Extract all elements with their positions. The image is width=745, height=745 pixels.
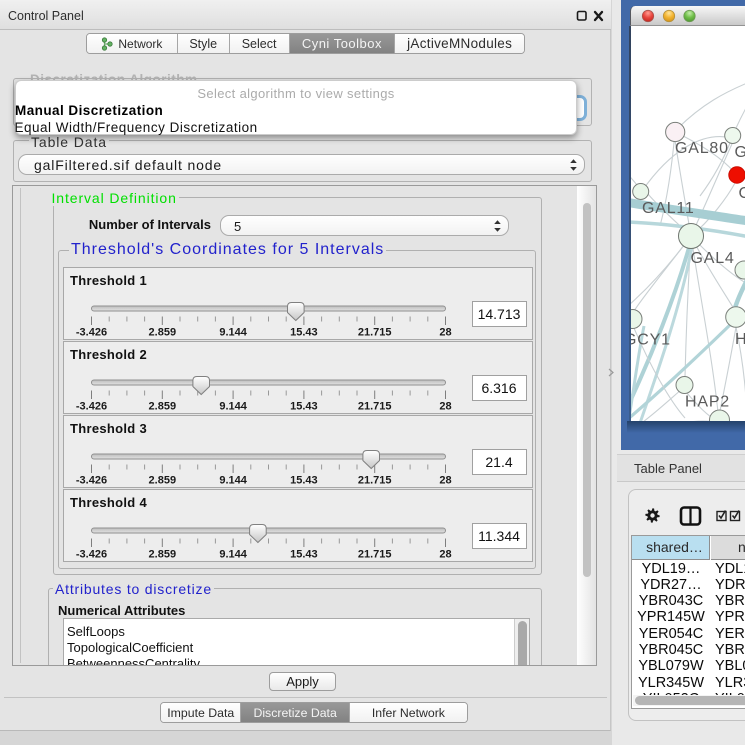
svg-text:21.715: 21.715 — [357, 327, 391, 339]
svg-text:21.715: 21.715 — [357, 401, 391, 413]
svg-text:9.144: 9.144 — [219, 475, 247, 487]
svg-text:-3.426: -3.426 — [75, 475, 106, 487]
svg-text:GAL11: GAL11 — [642, 200, 695, 217]
svg-text:H: H — [735, 331, 745, 348]
svg-text:2.859: 2.859 — [148, 475, 176, 487]
svg-text:HAP2: HAP2 — [685, 394, 730, 411]
svg-text:28: 28 — [439, 475, 451, 487]
svg-text:15.43: 15.43 — [290, 327, 318, 339]
svg-text:-3.426: -3.426 — [75, 401, 106, 413]
svg-text:28: 28 — [439, 401, 451, 413]
svg-text:28: 28 — [439, 327, 451, 339]
svg-text:GCY1: GCY1 — [630, 332, 671, 349]
svg-text:2.859: 2.859 — [148, 327, 176, 339]
svg-text:9.144: 9.144 — [219, 327, 247, 339]
svg-text:2.859: 2.859 — [148, 549, 176, 561]
svg-text:9.144: 9.144 — [219, 401, 247, 413]
svg-text:GAL4: GAL4 — [691, 250, 735, 267]
svg-text:GAL80: GAL80 — [675, 140, 729, 157]
svg-text:21.715: 21.715 — [357, 475, 391, 487]
svg-text:28: 28 — [439, 549, 451, 561]
svg-text:-3.426: -3.426 — [75, 549, 106, 561]
svg-text:C: C — [739, 185, 745, 202]
svg-text:-3.426: -3.426 — [75, 327, 106, 339]
svg-text:9.144: 9.144 — [219, 549, 247, 561]
svg-text:15.43: 15.43 — [290, 475, 318, 487]
svg-text:15.43: 15.43 — [290, 549, 318, 561]
svg-text:15.43: 15.43 — [290, 401, 318, 413]
svg-text:21.715: 21.715 — [357, 549, 391, 561]
svg-text:G.: G. — [735, 144, 745, 161]
svg-text:2.859: 2.859 — [148, 401, 176, 413]
